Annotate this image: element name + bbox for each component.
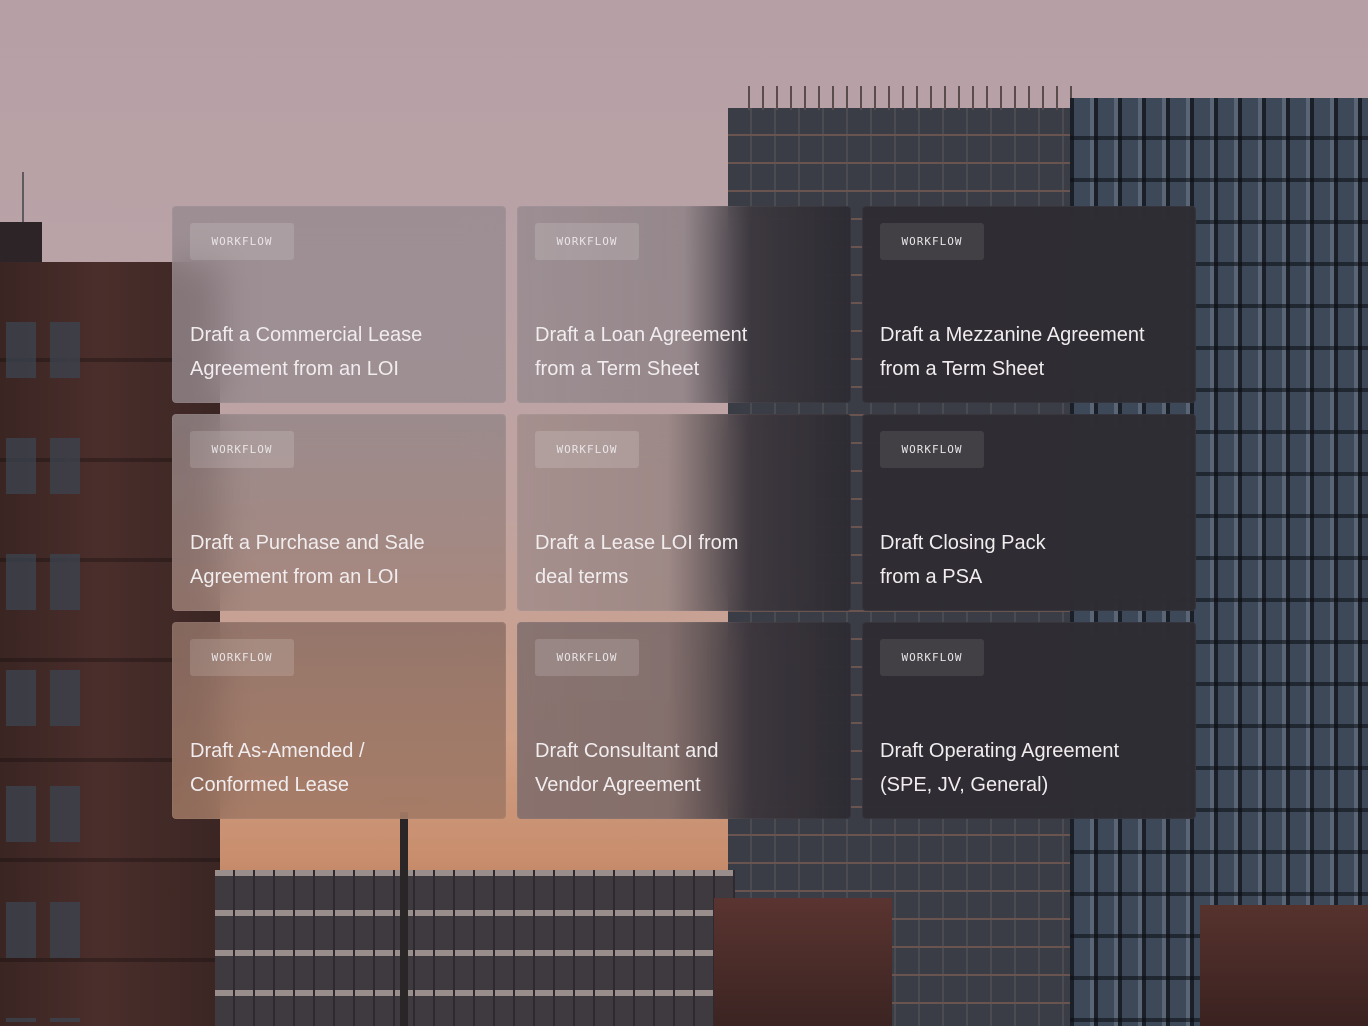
workflow-tag: WORKFLOW (880, 639, 984, 676)
workflow-card-lease-loi[interactable]: WORKFLOW Draft a Lease LOI from deal ter… (517, 414, 851, 611)
workflow-tag: WORKFLOW (535, 639, 639, 676)
workflow-title: Draft a Purchase and Sale Agreement from… (190, 532, 425, 588)
workflow-tag: WORKFLOW (190, 431, 294, 468)
workflow-title: Draft Consultant and Vendor Agreement (535, 740, 719, 796)
workflow-tag: WORKFLOW (190, 223, 294, 260)
rooftop-structure (0, 222, 42, 266)
workflow-title: Draft a Commercial Lease Agreement from … (190, 324, 423, 380)
workflow-card-mezzanine-agreement[interactable]: WORKFLOW Draft a Mezzanine Agreement fro… (862, 206, 1196, 403)
workflow-card-closing-pack[interactable]: WORKFLOW Draft Closing Pack from a PSA (862, 414, 1196, 611)
workflow-tag: WORKFLOW (880, 223, 984, 260)
workflow-card-consultant-vendor[interactable]: WORKFLOW Draft Consultant and Vendor Agr… (517, 622, 851, 819)
workflow-tag: WORKFLOW (535, 223, 639, 260)
workflow-tag: WORKFLOW (535, 431, 639, 468)
brick-facade-right (1200, 905, 1368, 1026)
workflow-card-commercial-lease[interactable]: WORKFLOW Draft a Commercial Lease Agreem… (172, 206, 506, 403)
workflow-title: Draft a Lease LOI from deal terms (535, 532, 739, 588)
workflow-title: Draft As-Amended / Conformed Lease (190, 740, 365, 796)
brick-facade (714, 898, 892, 1026)
workflow-card-operating-agreement[interactable]: WORKFLOW Draft Operating Agreement (SPE,… (862, 622, 1196, 819)
low-building (215, 870, 735, 1026)
workflow-title: Draft a Loan Agreement from a Term Sheet (535, 324, 748, 380)
workflow-title: Draft Closing Pack from a PSA (880, 532, 1046, 588)
workflow-grid: WORKFLOW Draft a Commercial Lease Agreem… (172, 206, 1196, 819)
workflow-tag: WORKFLOW (880, 431, 984, 468)
workflow-title: Draft a Mezzanine Agreement from a Term … (880, 324, 1145, 380)
workflow-tag: WORKFLOW (190, 639, 294, 676)
workflow-card-purchase-sale[interactable]: WORKFLOW Draft a Purchase and Sale Agree… (172, 414, 506, 611)
workflow-card-conformed-lease[interactable]: WORKFLOW Draft As-Amended / Conformed Le… (172, 622, 506, 819)
workflow-title: Draft Operating Agreement (SPE, JV, Gene… (880, 740, 1120, 796)
workflow-card-loan-agreement[interactable]: WORKFLOW Draft a Loan Agreement from a T… (517, 206, 851, 403)
street-pole (400, 812, 408, 1026)
